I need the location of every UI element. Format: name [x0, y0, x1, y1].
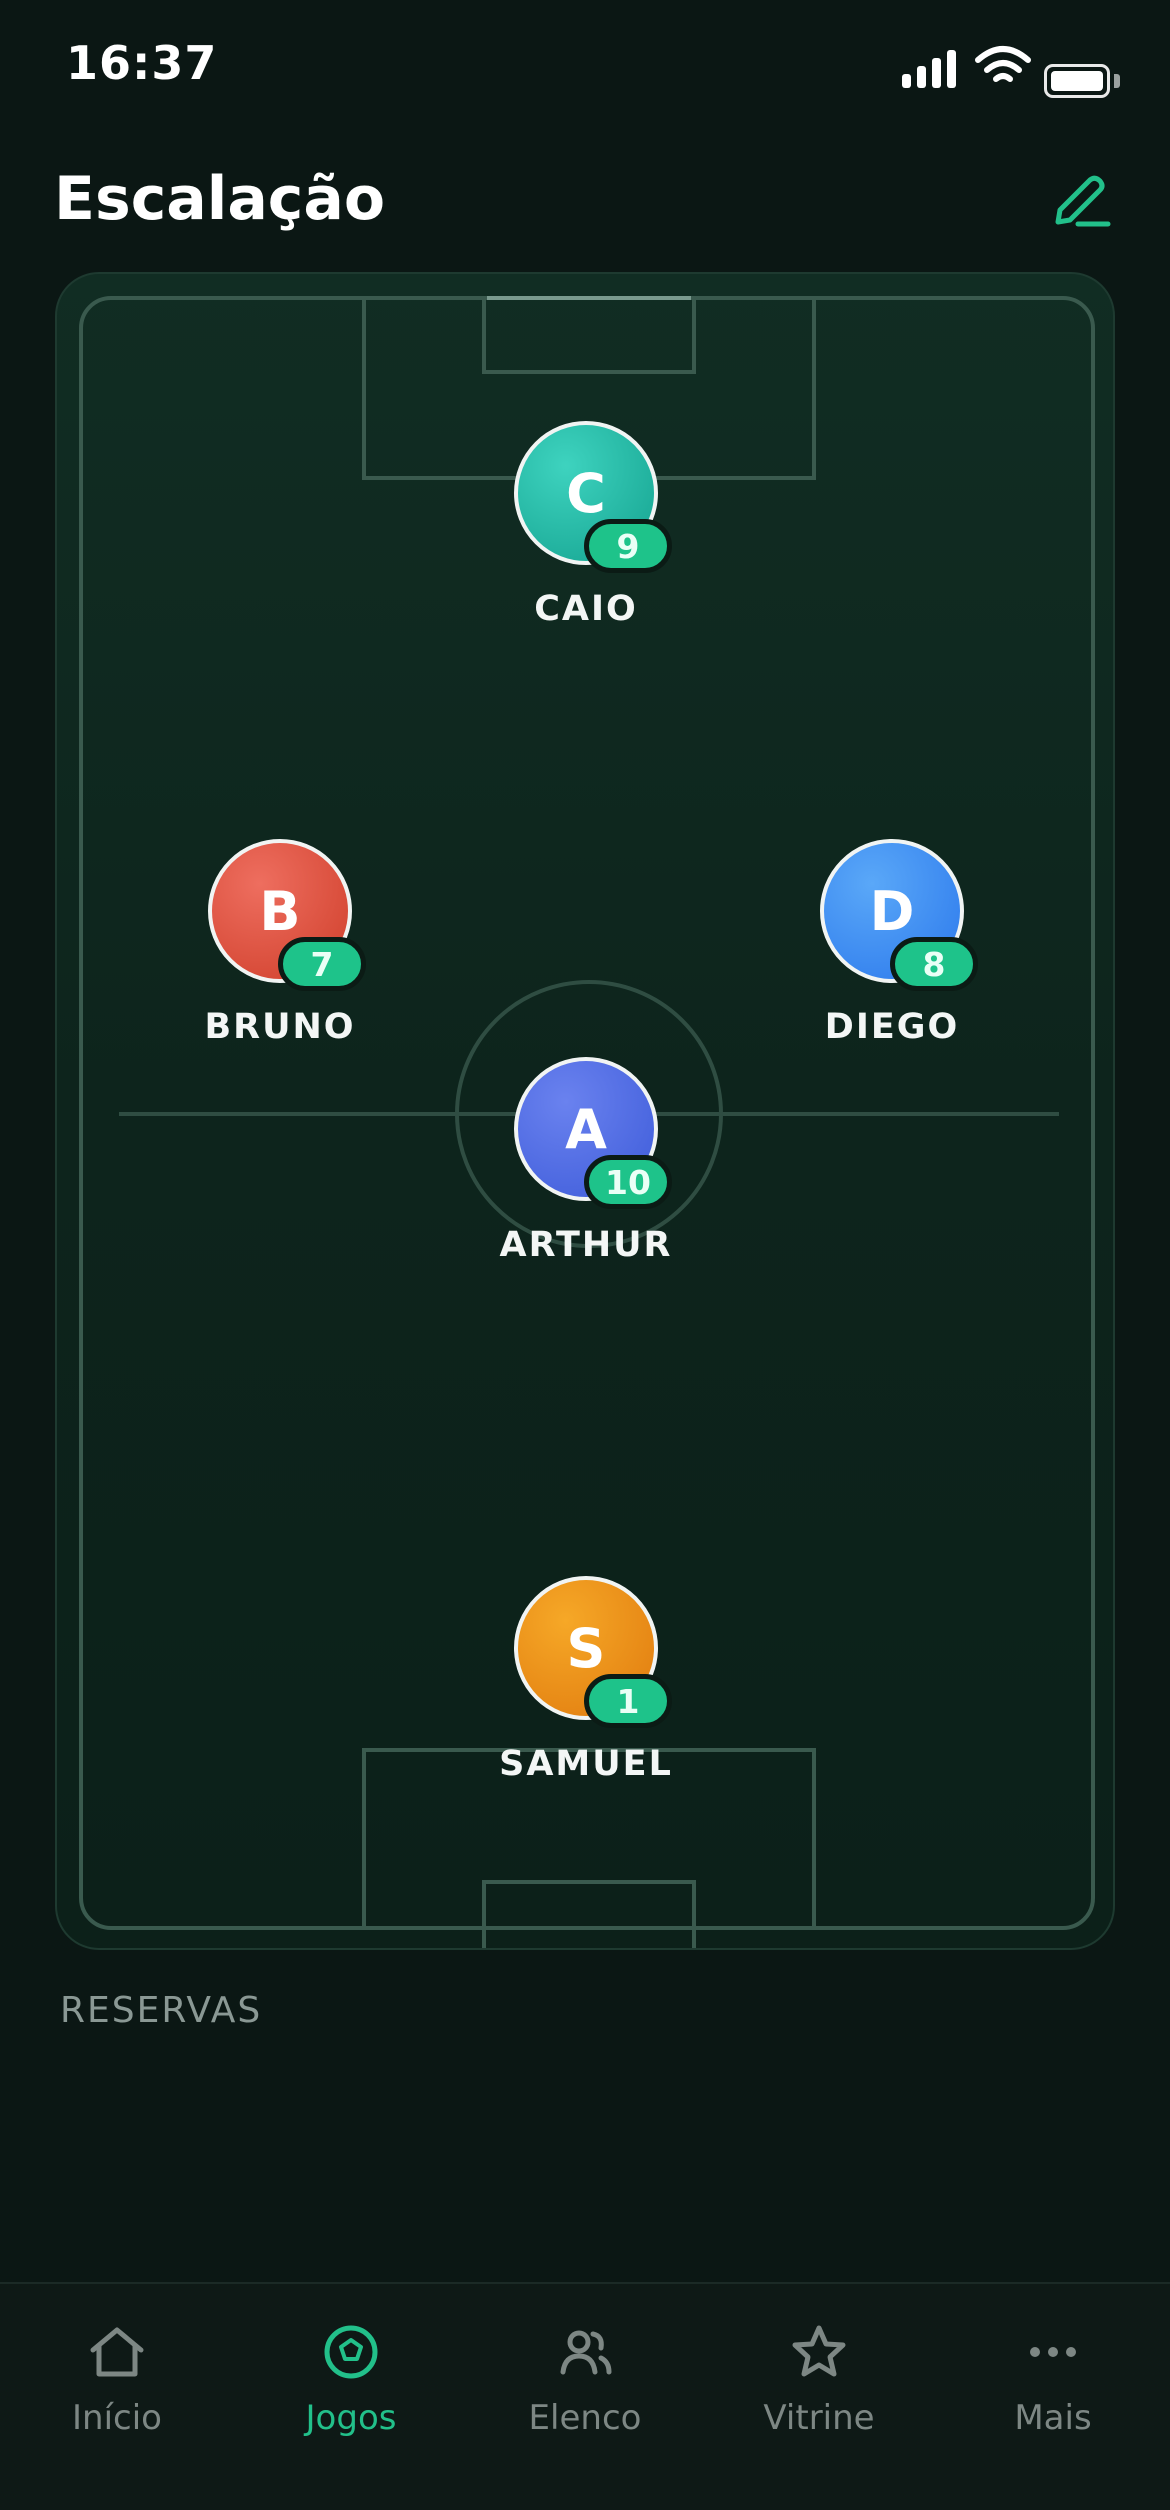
pencil-icon[interactable] — [1048, 168, 1114, 234]
player-number-badge: 8 — [890, 937, 978, 991]
tab-jogos[interactable]: Jogos — [234, 2284, 468, 2510]
player-number-badge: 10 — [584, 1155, 672, 1209]
player-name: ARTHUR — [499, 1225, 673, 1265]
tab-inicio[interactable]: Início — [0, 2284, 234, 2510]
player-name: DIEGO — [824, 1007, 960, 1047]
status-bar: 16:37 — [0, 0, 1170, 130]
bottom-tab-bar: Início Jogos Elenco Vitrine Mais — [0, 2282, 1170, 2510]
tab-label: Início — [72, 2398, 162, 2438]
player-name: CAIO — [534, 589, 638, 629]
tab-label: Elenco — [528, 2398, 642, 2438]
player-number-badge: 7 — [278, 937, 366, 991]
wifi-icon — [975, 46, 1031, 82]
star-icon — [792, 2325, 846, 2377]
status-icons — [902, 44, 1132, 104]
player-name: BRUNO — [204, 1007, 356, 1047]
battery-tip — [1114, 74, 1120, 88]
player-card-diego[interactable]: D 8 DIEGO — [742, 839, 1042, 1069]
player-name: SAMUEL — [499, 1744, 673, 1784]
player-card-arthur[interactable]: A 10 ARTHUR — [436, 1057, 736, 1287]
lineup-pitch: C 9 CAIO B 7 BRUNO D 8 DIEGO A 10 ARTHUR… — [55, 272, 1115, 1950]
users-icon — [560, 2330, 612, 2375]
status-time: 16:37 — [66, 36, 218, 90]
home-icon — [90, 2327, 144, 2377]
player-card-caio[interactable]: C 9 CAIO — [436, 421, 736, 651]
tab-vitrine[interactable]: Vitrine — [702, 2284, 936, 2510]
tab-label: Vitrine — [763, 2398, 875, 2438]
signal-icon — [902, 48, 962, 88]
soccer-ball-icon — [324, 2325, 378, 2379]
player-card-bruno[interactable]: B 7 BRUNO — [130, 839, 430, 1069]
player-number-badge: 1 — [584, 1674, 672, 1728]
tab-label: Jogos — [305, 2398, 397, 2438]
page-title: Escalação — [54, 164, 386, 234]
battery-icon — [1044, 64, 1110, 98]
tab-label: Mais — [1014, 2398, 1092, 2438]
player-card-samuel[interactable]: S 1 SAMUEL — [436, 1576, 736, 1806]
reserves-label: RESERVAS — [60, 1990, 263, 2031]
tab-elenco[interactable]: Elenco — [468, 2284, 702, 2510]
more-icon — [1030, 2347, 1076, 2357]
tab-mais[interactable]: Mais — [936, 2284, 1170, 2510]
player-number-badge: 9 — [584, 519, 672, 573]
